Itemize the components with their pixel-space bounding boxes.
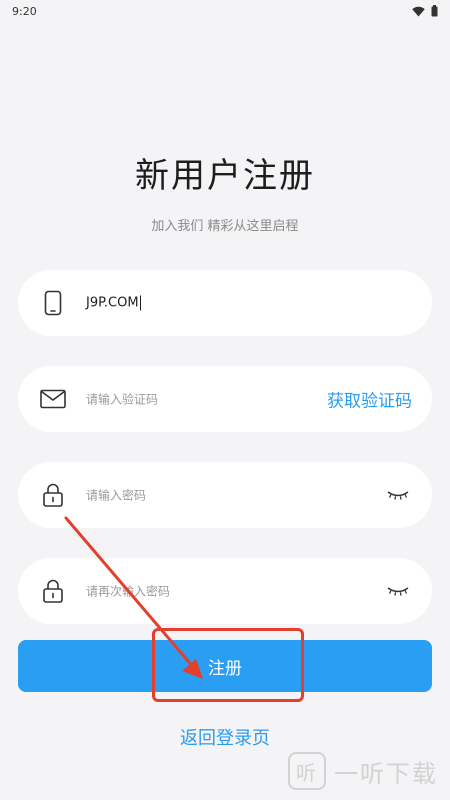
page-subtitle: 加入我们 精彩从这里启程	[151, 219, 299, 234]
status-bar: 9:20	[0, 0, 450, 22]
password-field[interactable]: 请输入密码	[18, 462, 432, 528]
annotation-highlight-box	[152, 628, 304, 702]
confirm-password-field[interactable]: 请再次输入密码	[18, 558, 432, 624]
battery-icon	[431, 5, 438, 17]
lock-icon	[40, 482, 66, 508]
eye-closed-icon[interactable]	[386, 488, 410, 502]
text-caret	[139, 295, 141, 311]
back-to-login-link[interactable]: 返回登录页	[0, 724, 450, 750]
page-title: 新用户注册	[135, 156, 315, 196]
wifi-icon	[412, 6, 425, 16]
phone-icon	[40, 290, 66, 316]
watermark-logo: 听	[288, 752, 326, 790]
phone-input[interactable]: J9P.COM	[86, 295, 141, 311]
verification-code-field[interactable]: 请输入验证码 获取验证码	[18, 366, 432, 432]
status-icons	[412, 5, 438, 17]
verification-code-input[interactable]: 请输入验证码	[86, 391, 158, 408]
mail-icon	[40, 386, 66, 412]
confirm-password-input[interactable]: 请再次输入密码	[86, 583, 170, 600]
watermark-text: 一听下载	[334, 759, 438, 788]
get-code-button[interactable]: 获取验证码	[327, 387, 412, 412]
password-input[interactable]: 请输入密码	[86, 487, 146, 504]
phone-input-value: J9P.COM	[86, 295, 139, 311]
watermark: 听 一听下载	[288, 752, 438, 790]
status-time: 9:20	[12, 4, 37, 18]
eye-closed-icon[interactable]	[386, 584, 410, 598]
lock-icon	[40, 578, 66, 604]
phone-field[interactable]: J9P.COM	[18, 270, 432, 336]
